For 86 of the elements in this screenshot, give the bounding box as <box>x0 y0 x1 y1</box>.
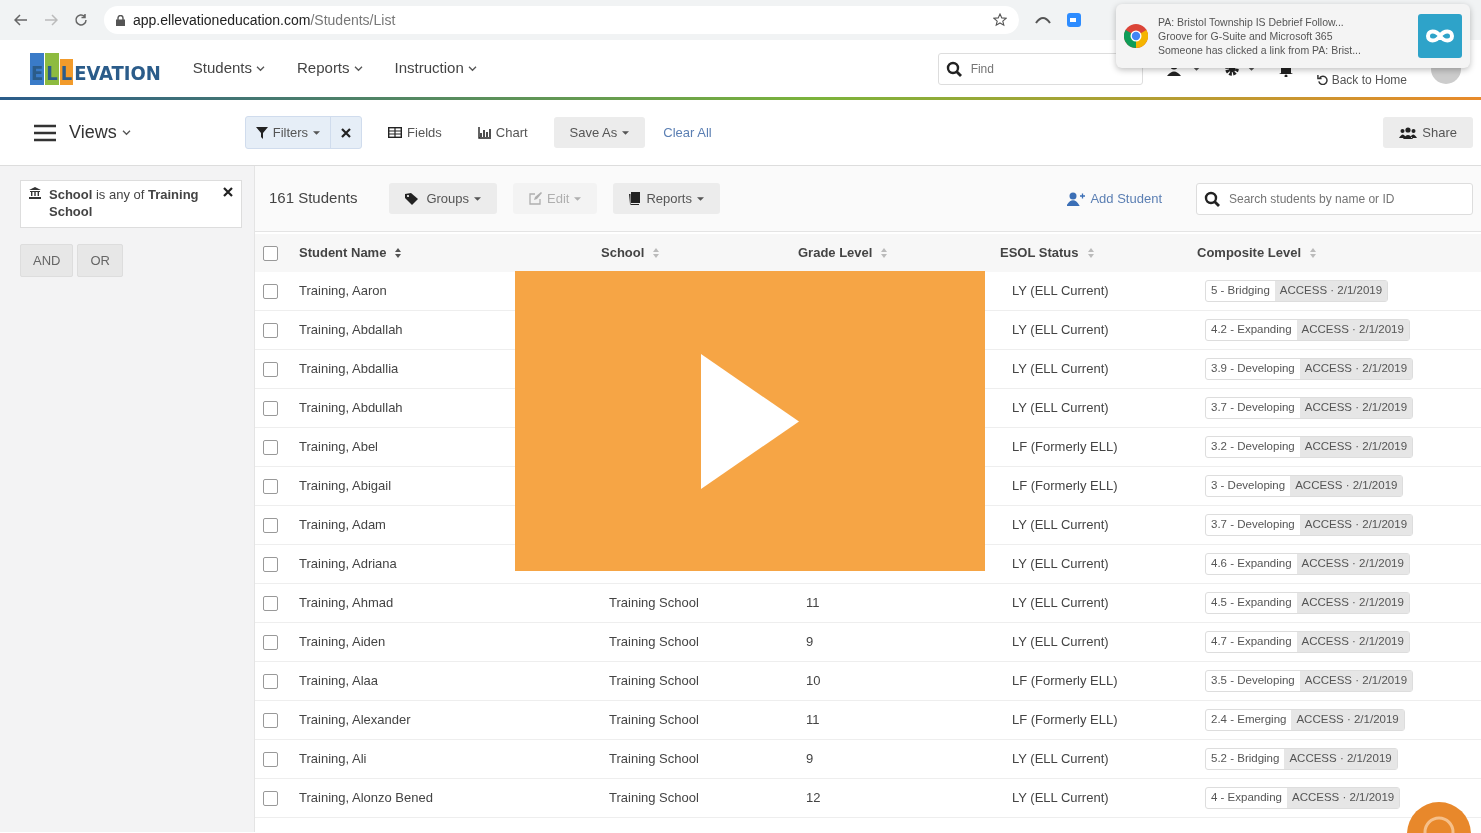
table-cell: 9 <box>806 751 814 767</box>
table-cell: LY (ELL Current) <box>1012 751 1109 767</box>
table-cell: Training School <box>609 673 699 689</box>
groups-button[interactable]: Groups <box>389 182 498 215</box>
notification-subtitle: Groove for G-Suite and Microsoft 365 <box>1158 28 1334 44</box>
url-text: app.ellevationeducation.com/Students/List <box>133 10 396 30</box>
table-cell: Training, Aaron <box>299 283 387 299</box>
level-tag: 2.4 - Emerging ACCESS · 2/1/2019 <box>1205 709 1405 731</box>
address-bar[interactable]: app.ellevationeducation.com/Students/List <box>104 6 1019 34</box>
column-header[interactable]: Composite Level <box>1197 243 1302 263</box>
search-field[interactable]: Search students by name or ID <box>1196 182 1473 215</box>
table-cell: Training, Adriana <box>299 556 397 572</box>
table-cell: Training, Abel <box>299 439 378 455</box>
table-cell: Training School <box>609 595 699 611</box>
filter-text: School is any of Training School <box>49 187 200 221</box>
level-tag: 4 - Expanding ACCESS · 2/1/2019 <box>1205 787 1401 809</box>
share-button[interactable]: Share <box>1383 116 1473 149</box>
table-cell: Training School <box>609 790 699 806</box>
chart-button[interactable]: Chart <box>467 116 538 149</box>
level-tag: 3 - Developing ACCESS · 2/1/2019 <box>1205 475 1404 497</box>
table-cell: Training, Aiden <box>299 634 386 650</box>
table-cell: Training, Ali <box>299 751 367 767</box>
table-cell: Training School <box>609 751 699 767</box>
notification-message: Someone has clicked a link from PA: Brist... <box>1158 43 1362 58</box>
table-cell: LY (ELL Current) <box>1012 595 1109 611</box>
table-cell: Training, Abdullah <box>299 400 403 416</box>
level-tag: 3.7 - Developing ACCESS · 2/1/2019 <box>1205 397 1414 419</box>
table-cell: Training School <box>609 712 699 728</box>
table-cell: 10 <box>806 673 821 689</box>
views-menu[interactable]: Views <box>24 113 141 152</box>
table-cell: LY (ELL Current) <box>1012 361 1109 377</box>
back-link[interactable]: Back to Home <box>1316 70 1407 89</box>
level-tag: 4.2 - Expanding ACCESS · 2/1/2019 <box>1205 319 1410 341</box>
level-tag: 4.5 - Expanding ACCESS · 2/1/2019 <box>1205 592 1410 614</box>
level-tag: 5.2 - Bridging ACCESS · 2/1/2019 <box>1205 748 1398 770</box>
filter-chip[interactable]: School is any of Training School <box>20 180 242 228</box>
table-cell: LF (Formerly ELL) <box>1012 439 1118 455</box>
table-cell: 11 <box>806 712 820 728</box>
table-cell: LF (Formerly ELL) <box>1012 673 1118 689</box>
level-tag: 3.5 - Developing ACCESS · 2/1/2019 <box>1205 670 1414 692</box>
table-cell: LY (ELL Current) <box>1012 790 1109 806</box>
table-cell: 11 <box>806 595 820 611</box>
table-cell: LY (ELL Current) <box>1012 517 1109 533</box>
clear-all-button[interactable]: Clear All <box>653 116 722 149</box>
level-tag: 3.7 - Developing ACCESS · 2/1/2019 <box>1205 514 1414 536</box>
column-header[interactable]: Grade Level <box>798 243 873 263</box>
table-cell: LF (Formerly ELL) <box>1012 478 1118 494</box>
operator-button[interactable]: OR <box>77 243 123 278</box>
reports-button[interactable]: Reports <box>613 182 720 215</box>
table-cell: LF (Formerly ELL) <box>1012 712 1118 728</box>
table-cell: Training, Adam <box>299 517 386 533</box>
student-count: 161 Students <box>269 188 358 209</box>
table-cell: 12 <box>806 790 821 806</box>
nav-menu[interactable]: Instruction <box>394 57 477 80</box>
save-as-button[interactable]: Save As <box>553 116 646 149</box>
table-cell: LY (ELL Current) <box>1012 322 1109 338</box>
table-cell: LY (ELL Current) <box>1012 283 1109 299</box>
table-cell: Training, Alexander <box>299 712 411 728</box>
nav-menu[interactable]: Reports <box>297 57 363 80</box>
level-tag: 4.7 - Expanding ACCESS · 2/1/2019 <box>1205 631 1410 653</box>
table-cell: Training, Abdallia <box>299 361 399 377</box>
logo[interactable]: E LLEVATION <box>30 52 161 85</box>
search-field[interactable]: Find <box>937 52 1143 85</box>
table-cell: LY (ELL Current) <box>1012 400 1109 416</box>
table-cell: Training, Alaa <box>299 673 378 689</box>
column-header[interactable]: ESOL Status <box>1000 243 1079 263</box>
notification-title: PA: Bristol Township IS Debrief Follow... <box>1158 14 1345 29</box>
table-cell: Training, Abigail <box>299 478 391 494</box>
add-student-button[interactable]: Add Student <box>1057 182 1172 215</box>
table-cell: LY (ELL Current) <box>1012 556 1109 572</box>
table-cell: LY (ELL Current) <box>1012 634 1109 650</box>
table-cell: Training, Alonzo Bened <box>299 790 433 806</box>
table-cell: Training School <box>609 634 699 650</box>
table-cell: Training, Abdallah <box>299 322 403 338</box>
operator-button[interactable]: AND <box>20 243 74 278</box>
column-header[interactable]: Student Name <box>299 243 387 263</box>
level-tag: 5 - Bridging ACCESS · 2/1/2019 <box>1205 280 1389 302</box>
level-tag: 4.6 - Expanding ACCESS · 2/1/2019 <box>1205 553 1410 575</box>
level-tag: 3.9 - Developing ACCESS · 2/1/2019 <box>1205 358 1414 380</box>
table-cell: 9 <box>806 634 814 650</box>
fields-button[interactable]: Fields <box>378 116 452 149</box>
column-header[interactable]: School <box>601 243 645 263</box>
level-tag: 3.2 - Developing ACCESS · 2/1/2019 <box>1205 436 1414 458</box>
table-cell: Training, Ahmad <box>299 595 394 611</box>
nav-menu[interactable]: Students <box>192 57 265 80</box>
notification-popup[interactable]: PA: Bristol Township IS Debrief Follow... Groove for G-Suite and Microsoft 365 Someone has clicked a link from PA: Brist... <box>1116 4 1470 68</box>
